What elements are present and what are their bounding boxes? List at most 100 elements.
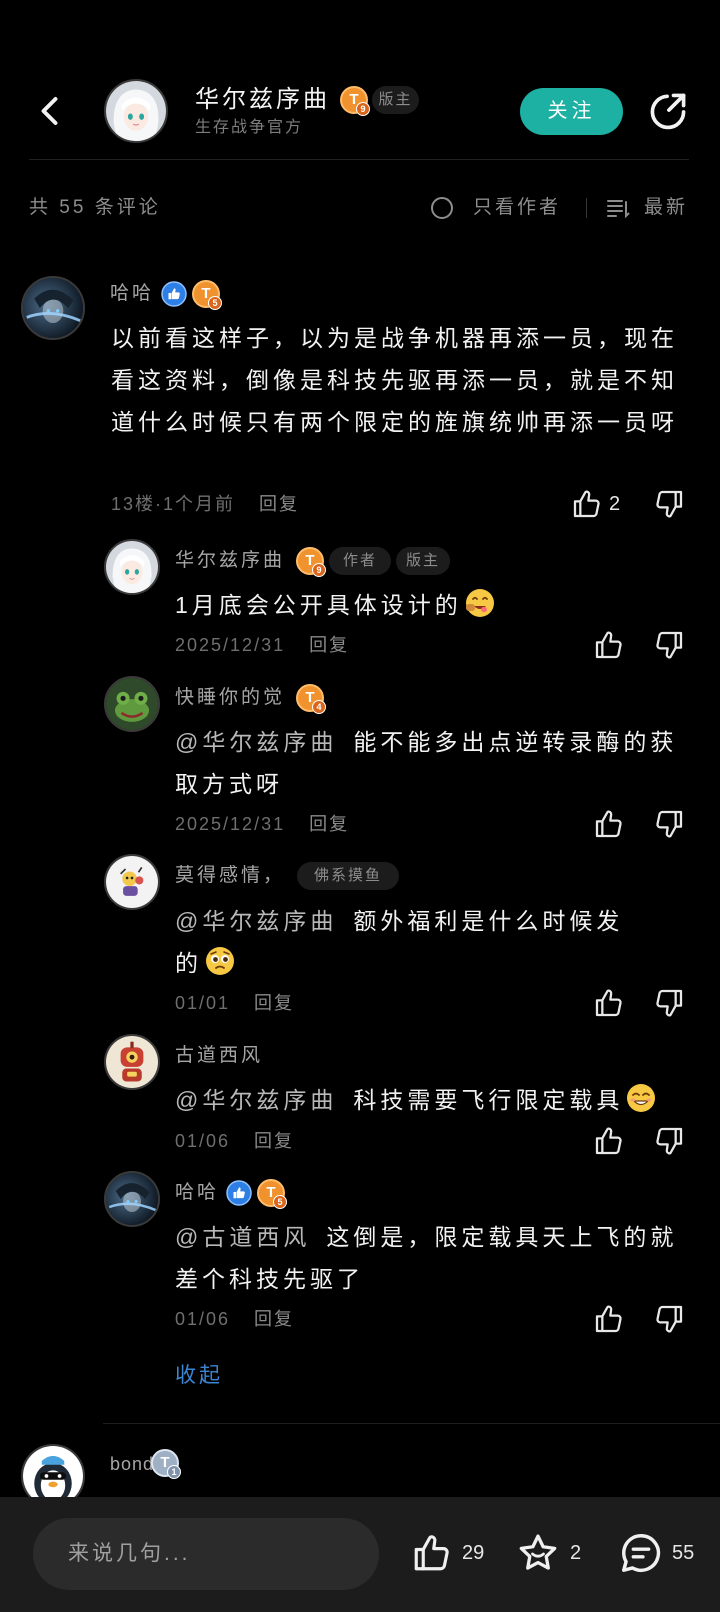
- comment-count-total: 55: [672, 1542, 695, 1564]
- thumbs-up-icon[interactable]: [411, 1532, 453, 1574]
- avatar[interactable]: [21, 276, 85, 340]
- mention-link[interactable]: @古道西风: [175, 1224, 310, 1250]
- follow-button[interactable]: 关注: [520, 88, 623, 135]
- emoji-smirking-face: [625, 1082, 657, 1114]
- comment-count: 共 55 条评论: [29, 197, 161, 218]
- thumbs-down-icon[interactable]: [653, 629, 685, 661]
- reply-button[interactable]: 回复: [254, 1131, 294, 1151]
- reply-text: 1月底会公开具体设计的: [175, 584, 689, 626]
- author-only-label[interactable]: 只看作者: [473, 194, 561, 222]
- reply-meta: 01/06 回复: [175, 1305, 294, 1333]
- thumbs-up-icon[interactable]: [593, 987, 625, 1019]
- sort-label[interactable]: 最新: [644, 194, 688, 222]
- header-divider: [29, 159, 689, 160]
- radio-circle-icon[interactable]: [431, 197, 453, 219]
- reply-button[interactable]: 回复: [254, 993, 294, 1013]
- reply-text: @古道西风 这倒是，限定载具天上飞的就差个科技先驱了: [175, 1216, 689, 1300]
- thumbs-up-icon[interactable]: [593, 1303, 625, 1335]
- thumbs-down-icon[interactable]: [653, 808, 685, 840]
- avatar[interactable]: [21, 1444, 85, 1497]
- comment-toolbar: 共 55 条评论 只看作者 最新: [0, 190, 720, 226]
- like-count: 2: [609, 493, 621, 515]
- thumbs-up-icon[interactable]: [593, 629, 625, 661]
- post-like-count: 29: [462, 1542, 485, 1564]
- level-badge-number: 5: [208, 296, 222, 310]
- reply-username[interactable]: 哈哈: [175, 1179, 219, 1207]
- reply-body: 科技需要飞行限定载具: [353, 1087, 624, 1113]
- reply-date: 01/06: [175, 1309, 231, 1329]
- reply-item: 莫得感情， 佛系摸鱼 @华尔兹序曲 额外福利是什么时候发的 01/01 回复: [0, 854, 720, 1019]
- comment-item: bond T 1: [0, 1440, 720, 1497]
- reply-meta: 2025/12/31 回复: [175, 631, 349, 659]
- level-badge: T 5: [257, 1179, 287, 1209]
- chat-bubble-icon[interactable]: [618, 1530, 664, 1576]
- reply-meta: 01/01 回复: [175, 989, 294, 1017]
- bottom-action-bar: 来说几句... 29 2 55: [0, 1497, 720, 1612]
- reply-text: @华尔兹序曲 能不能多出点逆转录酶的获取方式呀: [175, 721, 689, 805]
- thumbs-down-icon[interactable]: [653, 488, 685, 520]
- avatar[interactable]: [104, 1171, 160, 1227]
- mention-link[interactable]: @华尔兹序曲: [175, 908, 337, 934]
- reply-text: @华尔兹序曲 额外福利是什么时候发的: [175, 900, 645, 984]
- reply-item: 哈哈 T 5 @古道西风 这倒是，限定载具天上飞的就差个科技先驱了 01/06 回复: [0, 1171, 720, 1336]
- chevron-left-icon[interactable]: [33, 93, 69, 129]
- reply-username[interactable]: 古道西风: [175, 1042, 263, 1070]
- avatar[interactable]: [104, 539, 160, 595]
- level-badge: T 9: [340, 86, 370, 116]
- level-badge: T 5: [192, 280, 222, 310]
- level-badge-number: 4: [312, 700, 326, 714]
- reply-button[interactable]: 回复: [259, 494, 299, 514]
- thumbs-down-icon[interactable]: [653, 1303, 685, 1335]
- reply-button[interactable]: 回复: [254, 1309, 294, 1329]
- reply-date: 2025/12/31: [175, 814, 286, 834]
- level-badge: T 1: [151, 1449, 181, 1479]
- thumbs-up-icon[interactable]: [593, 808, 625, 840]
- share-icon[interactable]: [646, 89, 690, 133]
- verified-thumb-icon: [226, 1180, 252, 1206]
- comment-text: 以前看这样子，以为是战争机器再添一员，现在看这资料，倒像是科技先驱再添一员，就是…: [111, 325, 678, 435]
- mention-link[interactable]: @华尔兹序曲: [175, 729, 337, 755]
- reply-item: 古道西风 @华尔兹序曲 科技需要飞行限定载具 01/06 回复: [0, 1034, 720, 1159]
- moderator-tag: 版主: [372, 86, 419, 114]
- author-avatar[interactable]: [104, 79, 168, 143]
- level-badge: T 4: [296, 684, 326, 714]
- reply-item: 快睡你的觉 T 4 @华尔兹序曲 能不能多出点逆转录酶的获取方式呀 2025/12…: [0, 676, 720, 841]
- collapse-replies-button[interactable]: 收起: [175, 1362, 223, 1390]
- reply-username[interactable]: 华尔兹序曲: [175, 547, 285, 575]
- reply-date: 01/01: [175, 993, 231, 1013]
- mention-link[interactable]: @华尔兹序曲: [175, 1087, 337, 1113]
- sort-list-icon[interactable]: [606, 196, 630, 220]
- level-badge-number: 9: [312, 563, 326, 577]
- thumbs-up-icon[interactable]: [571, 488, 603, 520]
- author-name[interactable]: 华尔兹序曲: [195, 84, 330, 116]
- avatar[interactable]: [104, 1034, 160, 1090]
- sort-dropdown[interactable]: 最新: [606, 194, 690, 222]
- verified-thumb-icon: [161, 281, 187, 307]
- comment-divider: [103, 1423, 720, 1424]
- reply-meta: 01/06 回复: [175, 1127, 294, 1155]
- author-only-toggle[interactable]: 只看作者: [431, 194, 571, 222]
- reply-meta: 2025/12/31 回复: [175, 810, 349, 838]
- comment-username[interactable]: 哈哈: [110, 280, 154, 308]
- reply-text: @华尔兹序曲 科技需要飞行限定载具: [175, 1079, 689, 1121]
- title-tag: 佛系摸鱼: [297, 862, 399, 890]
- reply-button[interactable]: 回复: [309, 814, 349, 834]
- reply-item: 华尔兹序曲 T 9 作者 版主 1月底会公开具体设计的 2025/12/31 回复: [0, 539, 720, 664]
- reply-button[interactable]: 回复: [309, 635, 349, 655]
- level-badge-number: 9: [356, 102, 370, 116]
- avatar[interactable]: [104, 676, 160, 732]
- star-icon[interactable]: [516, 1531, 560, 1575]
- thumbs-up-icon[interactable]: [593, 1125, 625, 1157]
- reply-username[interactable]: 莫得感情，: [175, 862, 285, 890]
- comment-input-placeholder[interactable]: 来说几句...: [68, 1540, 191, 1568]
- comment-item: 哈哈 T 5 以前看这样子，以为是战争机器再添一员，现在看这资料，倒像是科技先驱…: [0, 260, 720, 530]
- comment-input[interactable]: 来说几句...: [33, 1518, 379, 1590]
- comment-username[interactable]: bond: [110, 1450, 154, 1478]
- reply-username[interactable]: 快睡你的觉: [175, 684, 285, 712]
- thumbs-down-icon[interactable]: [653, 1125, 685, 1157]
- emoji-yummy-face: [464, 587, 496, 619]
- avatar[interactable]: [104, 854, 160, 910]
- thumbs-down-icon[interactable]: [653, 987, 685, 1019]
- level-badge-number: 1: [167, 1465, 181, 1479]
- comment-floor-time: 13楼·1个月前: [111, 494, 236, 514]
